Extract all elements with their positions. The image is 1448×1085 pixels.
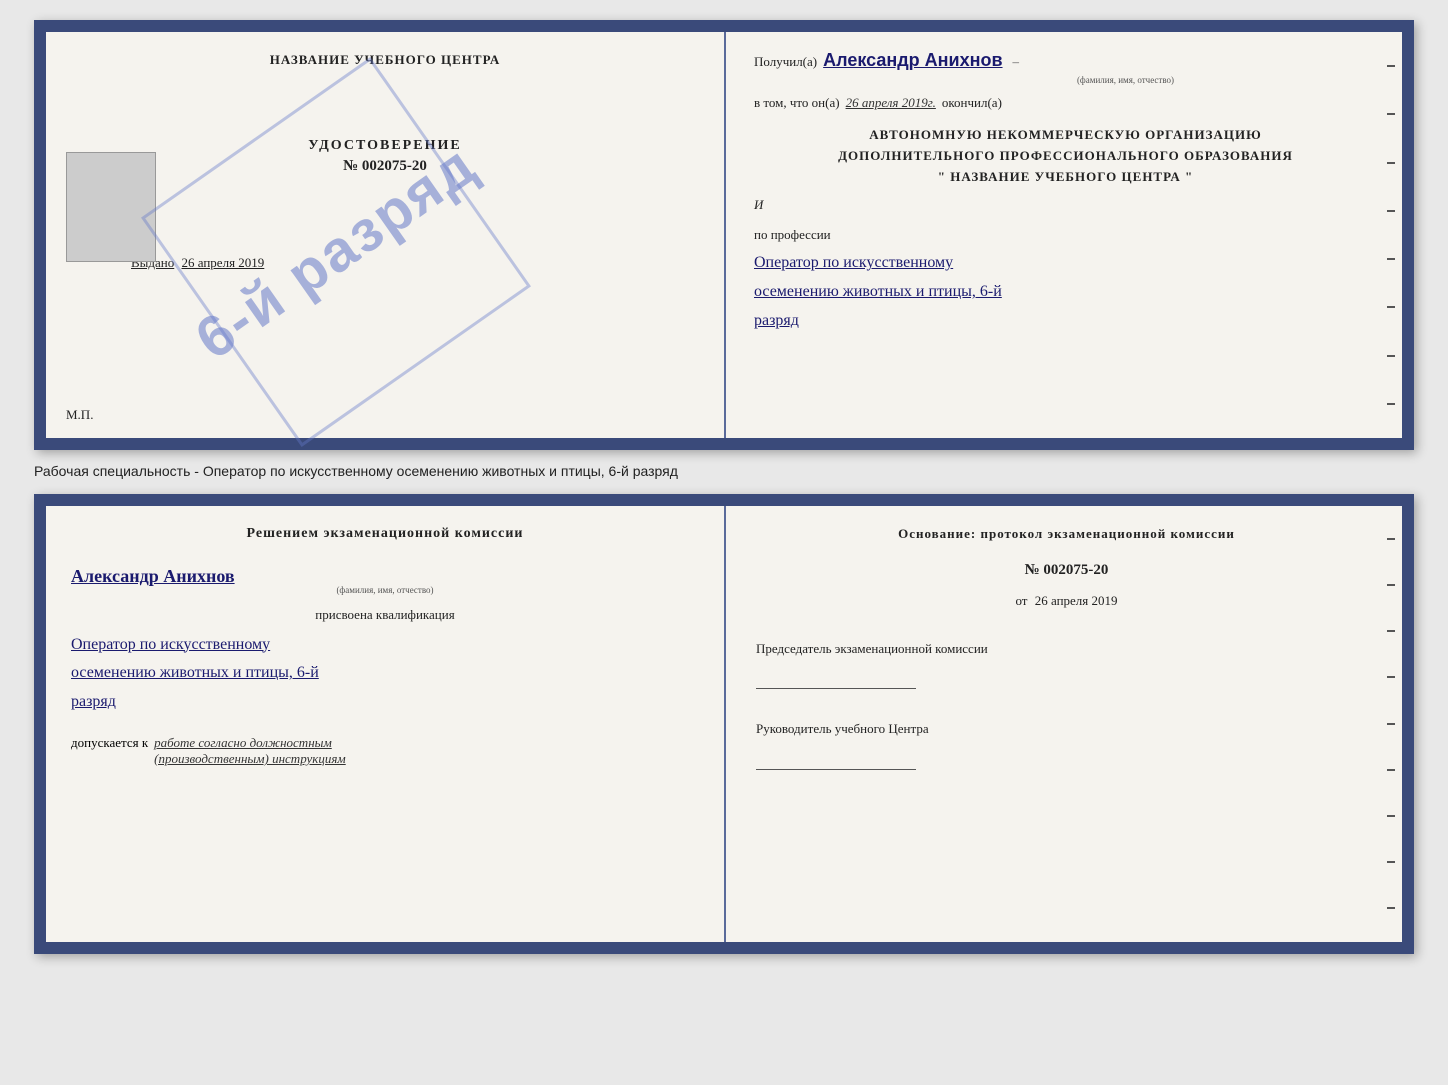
allowed-line: допускается к работе согласно должностны… bbox=[71, 735, 699, 767]
page-wrapper: НАЗВАНИЕ УЧЕБНОГО ЦЕНТРА УДОСТОВЕРЕНИЕ №… bbox=[34, 20, 1414, 954]
center-name-label: НАЗВАНИЕ УЧЕБНОГО ЦЕНТРА bbox=[270, 52, 501, 68]
date-line: в том, что он(а) 26 апреля 2019г. окончи… bbox=[754, 95, 1377, 111]
edge-mark bbox=[1387, 723, 1395, 725]
mp-label: М.П. bbox=[66, 407, 93, 423]
right-edge-marks-bottom bbox=[1387, 516, 1397, 932]
chairman-signature-line bbox=[756, 688, 916, 689]
edge-mark bbox=[1387, 676, 1395, 678]
bottom-certificate: Решением экзаменационной комиссии Алекса… bbox=[34, 494, 1414, 954]
cert-number: № 002075-20 bbox=[343, 158, 427, 175]
qualification-value: Оператор по искусственному осеменению жи… bbox=[71, 631, 699, 717]
cert-left-side: НАЗВАНИЕ УЧЕБНОГО ЦЕНТРА УДОСТОВЕРЕНИЕ №… bbox=[46, 32, 724, 438]
and-label-line: И bbox=[754, 197, 1377, 213]
received-label: Получил(а) bbox=[754, 54, 817, 70]
middle-specialty-label: Рабочая специальность - Оператор по иску… bbox=[34, 462, 1414, 482]
org-block: АВТОНОМНУЮ НЕКОММЕРЧЕСКУЮ ОРГАНИЗАЦИЮ ДО… bbox=[754, 125, 1377, 187]
edge-mark bbox=[1387, 258, 1395, 260]
assigned-label: присвоена квалификация bbox=[71, 607, 699, 623]
protocol-date-line: от 26 апреля 2019 bbox=[756, 593, 1377, 609]
photo-placeholder bbox=[66, 152, 156, 262]
bottom-person-name: Александр Анихнов bbox=[71, 566, 699, 587]
protocol-date-prefix: от bbox=[1015, 593, 1027, 608]
allowed-label: допускается к bbox=[71, 735, 148, 751]
org-line2: ДОПОЛНИТЕЛЬНОГО ПРОФЕССИОНАЛЬНОГО ОБРАЗО… bbox=[754, 146, 1377, 167]
stamp-overlay: 6-й разряд bbox=[166, 82, 506, 422]
right-edge-marks bbox=[1387, 42, 1397, 428]
edge-mark bbox=[1387, 584, 1395, 586]
director-signature-line bbox=[756, 769, 916, 770]
edge-mark bbox=[1387, 65, 1395, 67]
finished-label: окончил(а) bbox=[942, 95, 1002, 111]
edge-mark bbox=[1387, 355, 1395, 357]
edge-mark bbox=[1387, 403, 1395, 405]
stamp-text: 6-й разряд bbox=[183, 131, 488, 373]
org-line1: АВТОНОМНУЮ НЕКОММЕРЧЕСКУЮ ОРГАНИЗАЦИЮ bbox=[754, 125, 1377, 146]
name-subtitle-top: (фамилия, имя, отчество) bbox=[874, 75, 1377, 85]
recipient-name: Александр Анихнов bbox=[823, 50, 1002, 71]
protocol-date: 26 апреля 2019 bbox=[1035, 593, 1118, 608]
in-that-label: в том, что он(а) bbox=[754, 95, 840, 111]
and-label: И bbox=[754, 197, 763, 213]
edge-mark bbox=[1387, 769, 1395, 771]
edge-mark bbox=[1387, 815, 1395, 817]
profession-value: Оператор по искусственному осеменению жи… bbox=[754, 249, 1377, 335]
org-line3: " НАЗВАНИЕ УЧЕБНОГО ЦЕНТРА " bbox=[754, 167, 1377, 188]
bottom-left: Решением экзаменационной комиссии Алекса… bbox=[46, 506, 724, 942]
bottom-right: Основание: протокол экзаменационной коми… bbox=[724, 506, 1402, 942]
allowed-value: работе согласно должностным(производстве… bbox=[154, 735, 346, 767]
director-label: Руководитель учебного Центра bbox=[756, 719, 1377, 739]
cert-title: УДОСТОВЕРЕНИЕ bbox=[308, 138, 461, 154]
received-line: Получил(а) Александр Анихнов – bbox=[754, 50, 1377, 71]
issued-date: 26 апреля 2019 bbox=[182, 255, 265, 270]
edge-mark bbox=[1387, 907, 1395, 909]
profession-label: по профессии bbox=[754, 227, 1377, 243]
top-certificate: НАЗВАНИЕ УЧЕБНОГО ЦЕНТРА УДОСТОВЕРЕНИЕ №… bbox=[34, 20, 1414, 450]
edge-mark bbox=[1387, 630, 1395, 632]
protocol-number: № 002075-20 bbox=[756, 562, 1377, 579]
stamp-border bbox=[141, 57, 531, 447]
edge-mark bbox=[1387, 861, 1395, 863]
basis-header: Основание: протокол экзаменационной коми… bbox=[756, 526, 1377, 542]
edge-mark bbox=[1387, 113, 1395, 115]
chairman-label: Председатель экзаменационной комиссии bbox=[756, 639, 1377, 659]
completion-date: 26 апреля 2019г. bbox=[846, 95, 936, 111]
edge-mark bbox=[1387, 306, 1395, 308]
edge-mark bbox=[1387, 538, 1395, 540]
edge-mark bbox=[1387, 210, 1395, 212]
cert-right-side: Получил(а) Александр Анихнов – (фамилия,… bbox=[724, 32, 1402, 438]
edge-mark bbox=[1387, 162, 1395, 164]
decision-header: Решением экзаменационной комиссии bbox=[71, 526, 699, 542]
